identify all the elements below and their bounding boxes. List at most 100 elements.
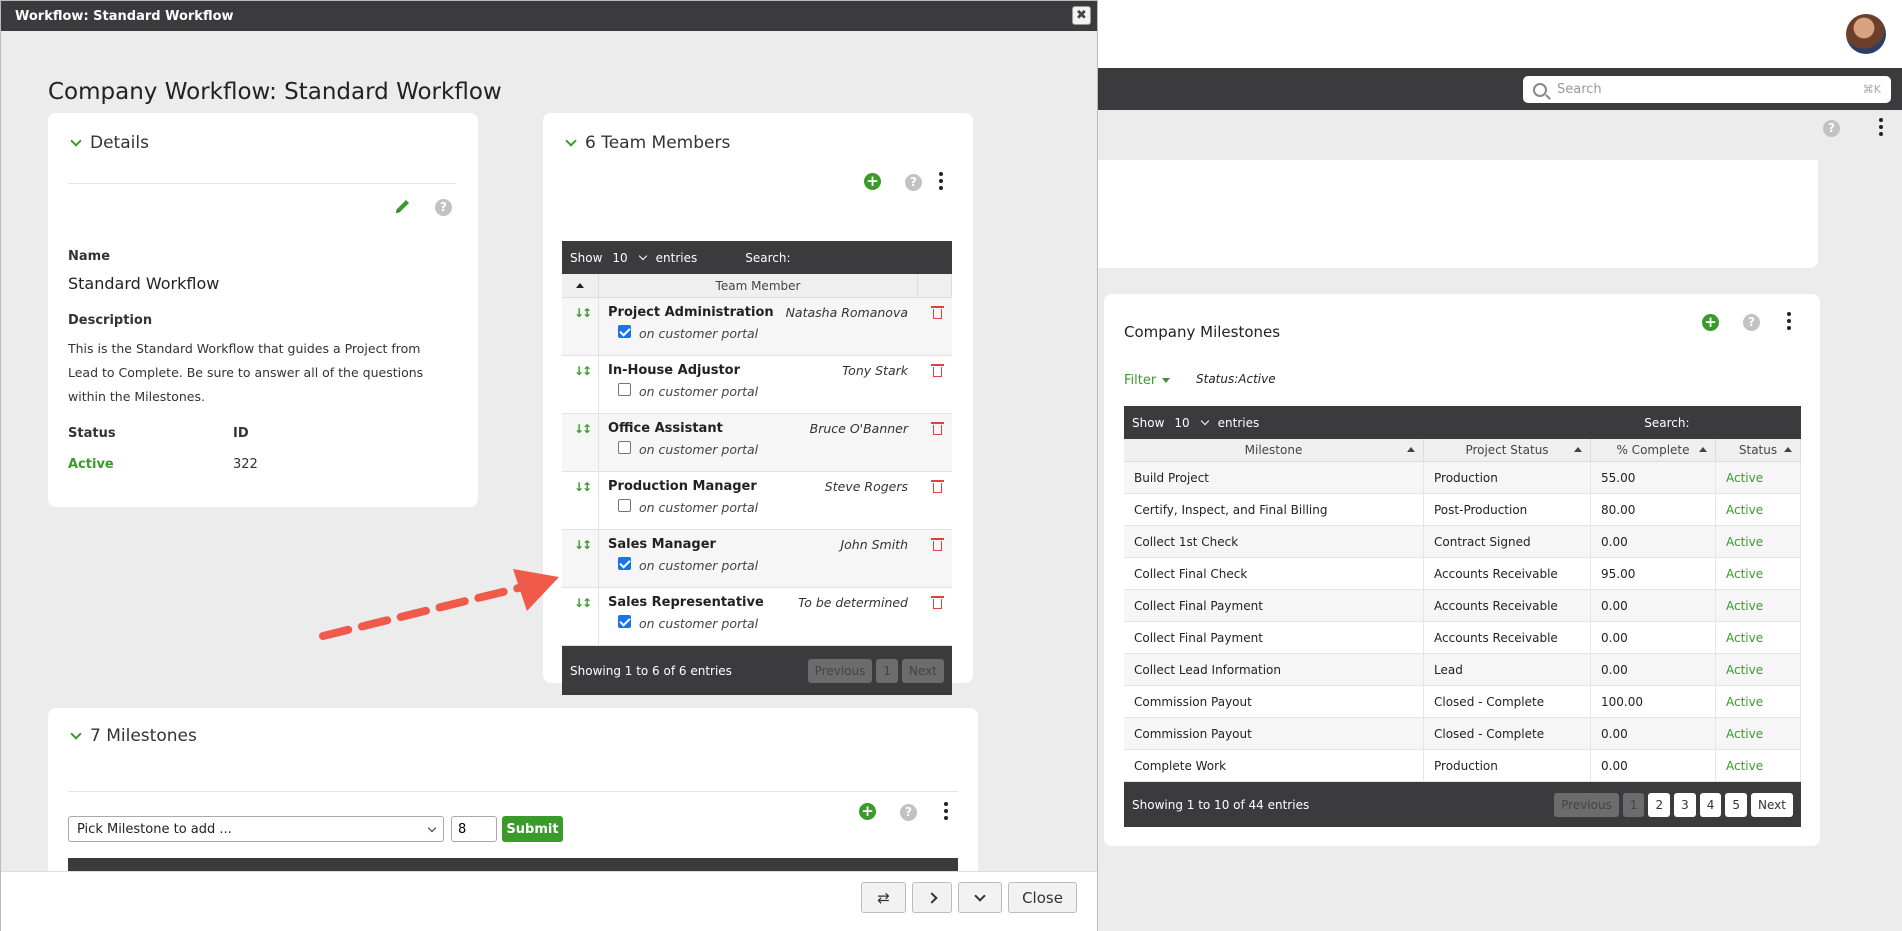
more-options-icon[interactable] bbox=[1878, 118, 1884, 136]
description-value: This is the Standard Workflow that guide… bbox=[68, 341, 424, 404]
drag-handle[interactable]: ↓↕ bbox=[562, 298, 599, 355]
add-team-member-icon[interactable]: + bbox=[864, 173, 881, 190]
sort-column-header[interactable] bbox=[562, 274, 599, 297]
team-toggle[interactable]: 6 Team Members bbox=[563, 133, 730, 153]
search-icon bbox=[1533, 82, 1547, 97]
table-row: ↓↕ Sales Manager John Smith on customer por… bbox=[562, 530, 952, 588]
column-header[interactable]: Milestone bbox=[1124, 439, 1424, 461]
help-icon[interactable]: ? bbox=[1743, 314, 1760, 331]
trash-icon[interactable] bbox=[931, 422, 944, 435]
page-button[interactable]: 2 bbox=[1648, 792, 1671, 817]
table-row[interactable]: Collect Lead Information Lead 0.00 Active bbox=[1124, 654, 1801, 686]
table-row[interactable]: Build Project Production 55.00 Active bbox=[1124, 462, 1801, 494]
avatar[interactable] bbox=[1846, 14, 1886, 54]
next-button[interactable]: Next bbox=[902, 658, 944, 683]
chevron-down-icon[interactable] bbox=[638, 251, 647, 261]
trash-icon[interactable] bbox=[931, 596, 944, 609]
showing-info: Showing 1 to 6 of 6 entries bbox=[570, 663, 732, 678]
details-toggle[interactable]: Details bbox=[68, 133, 149, 153]
page-1-button[interactable]: 1 bbox=[876, 658, 899, 683]
previous-button[interactable]: Previous bbox=[1554, 792, 1619, 817]
sort-arrow-icon bbox=[1407, 447, 1415, 452]
page-button[interactable]: 5 bbox=[1725, 792, 1748, 817]
table-row[interactable]: Certify, Inspect, and Final Billing Post-… bbox=[1124, 494, 1801, 526]
customer-portal-checkbox[interactable] bbox=[618, 383, 631, 396]
customer-portal-checkbox[interactable] bbox=[618, 557, 631, 570]
sort-order-icon: ↓↕ bbox=[574, 364, 592, 378]
search-label: Search: bbox=[1644, 415, 1690, 430]
global-search-input[interactable]: Search ⌘K bbox=[1523, 76, 1891, 103]
trash-icon[interactable] bbox=[931, 364, 944, 377]
team-member-name: Bruce O'Banner bbox=[809, 421, 908, 436]
table-row[interactable]: Collect 1st Check Contract Signed 0.00 Acti… bbox=[1124, 526, 1801, 558]
sort-order-icon: ↓↕ bbox=[574, 306, 592, 320]
swap-button[interactable]: ⇄ bbox=[861, 882, 906, 913]
help-icon[interactable]: ? bbox=[905, 174, 922, 191]
add-milestone-icon[interactable]: + bbox=[1702, 314, 1719, 331]
table-row: ↓↕ Production Manager Steve Rogers on custo… bbox=[562, 472, 952, 530]
milestone-order-input[interactable] bbox=[451, 816, 497, 842]
project-status-cell: Accounts Receivable bbox=[1424, 558, 1591, 589]
pagination: Previous 1 2 3 4 5 Next bbox=[1554, 792, 1793, 817]
page-button[interactable]: 4 bbox=[1699, 792, 1722, 817]
help-icon[interactable]: ? bbox=[1823, 120, 1840, 137]
status-cell: Active bbox=[1716, 526, 1801, 557]
expand-button[interactable] bbox=[958, 882, 1002, 913]
sort-up-icon bbox=[576, 283, 584, 288]
chevron-down-icon[interactable] bbox=[1200, 416, 1209, 426]
customer-portal-checkbox[interactable] bbox=[618, 615, 631, 628]
filter-dropdown[interactable]: Filter bbox=[1124, 373, 1171, 388]
percent-complete-cell: 0.00 bbox=[1591, 654, 1716, 685]
details-heading: Details bbox=[90, 133, 149, 153]
close-icon[interactable]: ✖ bbox=[1072, 6, 1091, 25]
customer-portal-label: on customer portal bbox=[639, 558, 759, 573]
previous-button[interactable]: Previous bbox=[807, 658, 873, 683]
milestone-select[interactable]: Pick Milestone to add ... bbox=[68, 816, 444, 842]
drag-handle[interactable]: ↓↕ bbox=[562, 414, 599, 471]
page-length-select[interactable]: 10 bbox=[1174, 416, 1189, 430]
more-options-icon[interactable] bbox=[943, 802, 949, 820]
more-options-icon[interactable] bbox=[938, 172, 944, 190]
customer-portal-checkbox[interactable] bbox=[618, 499, 631, 512]
drag-handle[interactable]: ↓↕ bbox=[562, 356, 599, 413]
trash-icon[interactable] bbox=[931, 480, 944, 493]
table-row[interactable]: Commission Payout Closed - Complete 100.00… bbox=[1124, 686, 1801, 718]
project-status-cell: Production bbox=[1424, 750, 1591, 781]
column-header[interactable]: Team Member bbox=[599, 274, 918, 297]
add-milestone-icon[interactable]: + bbox=[859, 803, 876, 820]
page-button[interactable]: 3 bbox=[1674, 792, 1696, 817]
chevron-down-icon bbox=[565, 134, 577, 147]
table-row[interactable]: Commission Payout Closed - Complete 0.00 Ac… bbox=[1124, 718, 1801, 750]
chevron-down-icon bbox=[70, 134, 82, 147]
help-icon[interactable]: ? bbox=[435, 199, 452, 216]
column-header[interactable]: Status bbox=[1716, 439, 1801, 461]
customer-portal-checkbox[interactable] bbox=[618, 441, 631, 454]
close-button[interactable]: Close bbox=[1008, 882, 1077, 913]
next-button[interactable]: Next bbox=[1751, 792, 1793, 817]
drag-handle[interactable]: ↓↕ bbox=[562, 472, 599, 529]
trash-icon[interactable] bbox=[931, 306, 944, 319]
next-button[interactable] bbox=[912, 882, 952, 913]
table-row[interactable]: Collect Final Check Accounts Receivable 95… bbox=[1124, 558, 1801, 590]
table-row[interactable]: Collect Final Payment Accounts Receivable… bbox=[1124, 622, 1801, 654]
customer-portal-checkbox[interactable] bbox=[618, 325, 631, 338]
table-row[interactable]: Complete Work Production 0.00 Active bbox=[1124, 750, 1801, 782]
submit-button[interactable]: Submit bbox=[502, 816, 563, 842]
page-button[interactable]: 1 bbox=[1622, 792, 1645, 817]
help-icon[interactable]: ? bbox=[900, 804, 917, 821]
milestones-toggle[interactable]: 7 Milestones bbox=[68, 726, 197, 746]
table-row[interactable]: Collect Final Payment Accounts Receivable… bbox=[1124, 590, 1801, 622]
milestone-cell: Certify, Inspect, and Final Billing bbox=[1124, 494, 1424, 525]
divider bbox=[68, 183, 456, 184]
milestone-cell: Collect Final Payment bbox=[1124, 590, 1424, 621]
more-options-icon[interactable] bbox=[1786, 312, 1792, 330]
project-status-cell: Closed - Complete bbox=[1424, 686, 1591, 717]
status-cell: Active bbox=[1716, 718, 1801, 749]
column-header[interactable]: Project Status bbox=[1424, 439, 1591, 461]
customer-portal-label: on customer portal bbox=[639, 616, 759, 631]
column-header[interactable]: % Complete bbox=[1591, 439, 1716, 461]
pencil-icon[interactable] bbox=[394, 197, 412, 219]
trash-icon[interactable] bbox=[931, 538, 944, 551]
milestone-cell: Build Project bbox=[1124, 462, 1424, 493]
page-length-select[interactable]: 10 bbox=[612, 251, 627, 265]
